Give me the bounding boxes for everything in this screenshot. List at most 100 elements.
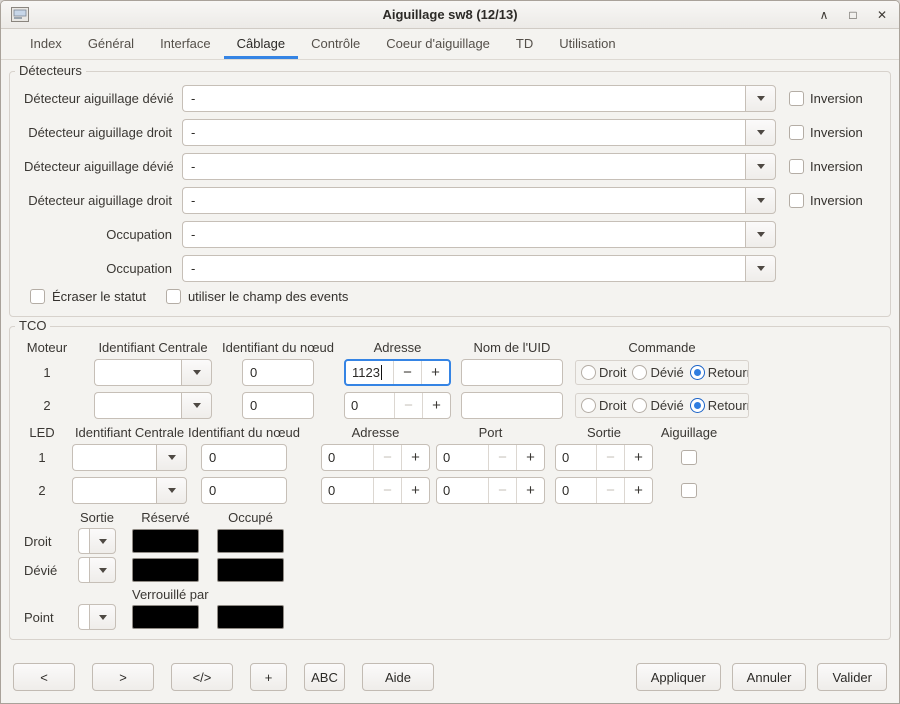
minus-button[interactable]: − [488, 445, 516, 470]
centrale-combobox[interactable] [72, 477, 187, 504]
detector-combobox-dropdown-button[interactable] [745, 119, 776, 146]
sortie-combobox[interactable] [78, 557, 116, 583]
aiguillage-checkbox[interactable] [681, 483, 697, 498]
adresse-spinbox[interactable]: 0 − + [344, 392, 451, 419]
inversion-checkbox[interactable] [789, 159, 804, 174]
utiliser-champ-events-checkbox[interactable] [165, 289, 181, 304]
cancel-button[interactable]: Annuler [731, 663, 807, 691]
port-spinbox-value[interactable]: 0 [437, 445, 488, 470]
aiguillage-checkbox[interactable] [681, 450, 697, 465]
port-spinbox[interactable]: 0 − + [436, 444, 545, 471]
tab-utilisation[interactable]: Utilisation [546, 29, 628, 59]
plus-button[interactable]: + [516, 478, 544, 503]
tab-coeur-aiguillage[interactable]: Coeur d'aiguillage [373, 29, 503, 59]
adresse-spinbox[interactable]: 1123 − + [344, 359, 451, 386]
occupation-combobox-value[interactable]: - [182, 255, 745, 282]
ecraser-statut-checkbox[interactable] [30, 289, 45, 304]
noeud-field[interactable]: 0 [242, 392, 314, 419]
centrale-combobox-dropdown-button[interactable] [156, 444, 187, 471]
plus-button[interactable]: + [624, 478, 652, 503]
nom-uid-field[interactable] [461, 392, 563, 419]
noeud-field[interactable]: 0 [201, 444, 287, 471]
previous-button[interactable]: < [13, 663, 75, 691]
detector-combobox[interactable]: - [182, 119, 776, 146]
window-close-button close-icon[interactable]: ✕ [875, 8, 889, 22]
abc-button[interactable]: ABC [304, 663, 345, 691]
minus-button[interactable]: − [596, 478, 624, 503]
plus-button[interactable]: + [421, 361, 449, 384]
detector-combobox-dropdown-button[interactable] [745, 153, 776, 180]
plus-button[interactable]: + [422, 393, 450, 418]
radio-retourner[interactable] [689, 398, 705, 413]
radio-devie[interactable] [632, 365, 648, 380]
occupation-combobox[interactable]: - [182, 255, 776, 282]
occupation-combobox-dropdown-button[interactable] [745, 221, 776, 248]
minus-button[interactable]: − [488, 478, 516, 503]
sortie-combobox-dropdown-button[interactable] [89, 604, 116, 630]
sortie-spinbox-value[interactable]: 0 [556, 478, 596, 503]
tab-cablage[interactable]: Câblage [223, 29, 299, 59]
detector-combobox-dropdown-button[interactable] [745, 85, 776, 112]
centrale-combobox-value[interactable] [94, 359, 181, 386]
occupation-combobox-value[interactable]: - [182, 221, 745, 248]
centrale-combobox-dropdown-button[interactable] [181, 359, 212, 386]
inversion-checkbox[interactable] [789, 125, 804, 140]
radio-devie[interactable] [632, 398, 648, 413]
reserve-color-button[interactable] [132, 558, 199, 582]
sortie-spinbox[interactable]: 0 − + [555, 444, 653, 471]
detector-combobox-value[interactable]: - [182, 187, 745, 214]
radio-droit[interactable] [581, 398, 596, 413]
centrale-combobox-dropdown-button[interactable] [181, 392, 212, 419]
plus-button[interactable]: + [401, 478, 429, 503]
next-button[interactable]: > [92, 663, 154, 691]
sortie-combobox[interactable] [78, 604, 116, 630]
detector-combobox-value[interactable]: - [182, 153, 745, 180]
detector-combobox-value[interactable]: - [182, 119, 745, 146]
plus-button[interactable]: + [516, 445, 544, 470]
centrale-combobox[interactable] [94, 392, 212, 419]
detector-combobox[interactable]: - [182, 153, 776, 180]
minus-button[interactable]: − [394, 393, 422, 418]
occupation-combobox-dropdown-button[interactable] [745, 255, 776, 282]
tab-controle[interactable]: Contrôle [298, 29, 373, 59]
adresse-spinbox-value[interactable]: 0 [322, 445, 373, 470]
adresse-spinbox[interactable]: 0 − + [321, 444, 430, 471]
centrale-combobox-dropdown-button[interactable] [156, 477, 187, 504]
occupe-color-button[interactable] [217, 529, 284, 553]
inversion-checkbox[interactable] [789, 91, 804, 106]
sortie-combobox-dropdown-button[interactable] [89, 557, 116, 583]
detector-combobox-dropdown-button[interactable] [745, 187, 776, 214]
nom-uid-field[interactable] [461, 359, 563, 386]
adresse-spinbox-value[interactable]: 0 [345, 393, 394, 418]
sortie-spinbox[interactable]: 0 − + [555, 477, 653, 504]
sortie-combobox[interactable] [78, 528, 116, 554]
reserve-color-button[interactable] [132, 529, 199, 553]
minus-button[interactable]: − [393, 361, 421, 384]
adresse-spinbox-value[interactable]: 0 [322, 478, 373, 503]
sortie-spinbox-value[interactable]: 0 [556, 445, 596, 470]
centrale-combobox-value[interactable] [72, 477, 156, 504]
inversion-checkbox[interactable] [789, 193, 804, 208]
window-maximize-button maximize-icon[interactable]: □ [846, 8, 860, 22]
window-shade-button chevron-up-icon[interactable]: ∧ [817, 8, 831, 22]
tab-index[interactable]: Index [17, 29, 75, 59]
radio-retourner[interactable] [689, 365, 705, 380]
port-spinbox-value[interactable]: 0 [437, 478, 488, 503]
detector-combobox[interactable]: - [182, 85, 776, 112]
occupe-color-button[interactable] [217, 558, 284, 582]
sortie-combobox-value[interactable] [78, 557, 89, 583]
xml-button[interactable]: </> [171, 663, 233, 691]
sortie-combobox-dropdown-button[interactable] [89, 528, 116, 554]
tab-interface[interactable]: Interface [147, 29, 224, 59]
adresse-spinbox[interactable]: 0 − + [321, 477, 430, 504]
plus-button[interactable]: + [401, 445, 429, 470]
adresse-spinbox-value[interactable]: 1123 [346, 361, 393, 384]
centrale-combobox[interactable] [94, 359, 212, 386]
validate-button[interactable]: Valider [817, 663, 887, 691]
plus-button[interactable]: + [624, 445, 652, 470]
minus-button[interactable]: − [373, 478, 401, 503]
add-button[interactable]: + [250, 663, 287, 691]
apply-button[interactable]: Appliquer [635, 663, 721, 691]
detector-combobox[interactable]: - [182, 187, 776, 214]
detector-combobox-value[interactable]: - [182, 85, 745, 112]
